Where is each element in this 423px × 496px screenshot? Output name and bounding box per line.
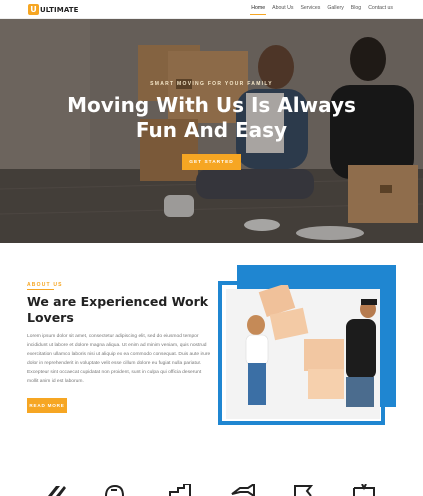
flag-icon: [294, 485, 314, 496]
about-label: ABOUT US: [27, 282, 63, 288]
services-icon-row: [0, 480, 423, 496]
boxes-icon: [169, 484, 191, 496]
read-more-button[interactable]: READ MORE: [27, 398, 67, 413]
logo-icon: U: [28, 4, 39, 15]
billboard-icon: [353, 484, 375, 496]
get-started-button[interactable]: GET STARTED: [182, 154, 241, 170]
nav-services[interactable]: Services: [300, 5, 320, 15]
hero-title-line-1: Moving With Us Is Always: [67, 93, 356, 117]
nav-home[interactable]: Home: [250, 5, 266, 15]
fist-icon: [105, 484, 124, 496]
hero-eyebrow: SMART MOVING FOR YOUR FAMILY: [150, 81, 273, 87]
about-heading: We are Experienced Work Lovers: [27, 294, 217, 326]
hero-title-line-2: Fun And Easy: [135, 118, 288, 142]
about-body-text: Lorem ipsum dolor sit amet, consectetur …: [27, 334, 211, 384]
nav-blog[interactable]: Blog: [351, 5, 361, 15]
bird-icon: [48, 486, 66, 496]
logo[interactable]: U ULTIMATE: [28, 4, 79, 15]
about-heading-line-2: Lovers: [27, 310, 74, 325]
hero-title: Moving With Us Is Always Fun And Easy: [0, 93, 423, 143]
nav-gallery[interactable]: Gallery: [327, 5, 343, 15]
nav-about-us[interactable]: About Us: [272, 5, 293, 15]
main-nav: Home About Us Services Gallery Blog Cont…: [250, 5, 393, 15]
nav-contact-us[interactable]: Contact us: [368, 5, 393, 15]
about-label-underline: [27, 289, 54, 290]
navbar: U ULTIMATE Home About Us Services Galler…: [0, 0, 423, 19]
megaphone-icon: [231, 484, 255, 496]
about-image: [218, 265, 396, 425]
logo-text: ULTIMATE: [40, 5, 79, 14]
hero-section: SMART MOVING FOR YOUR FAMILY Moving With…: [0, 19, 423, 243]
about-heading-line-1: We are Experienced Work: [27, 294, 209, 309]
